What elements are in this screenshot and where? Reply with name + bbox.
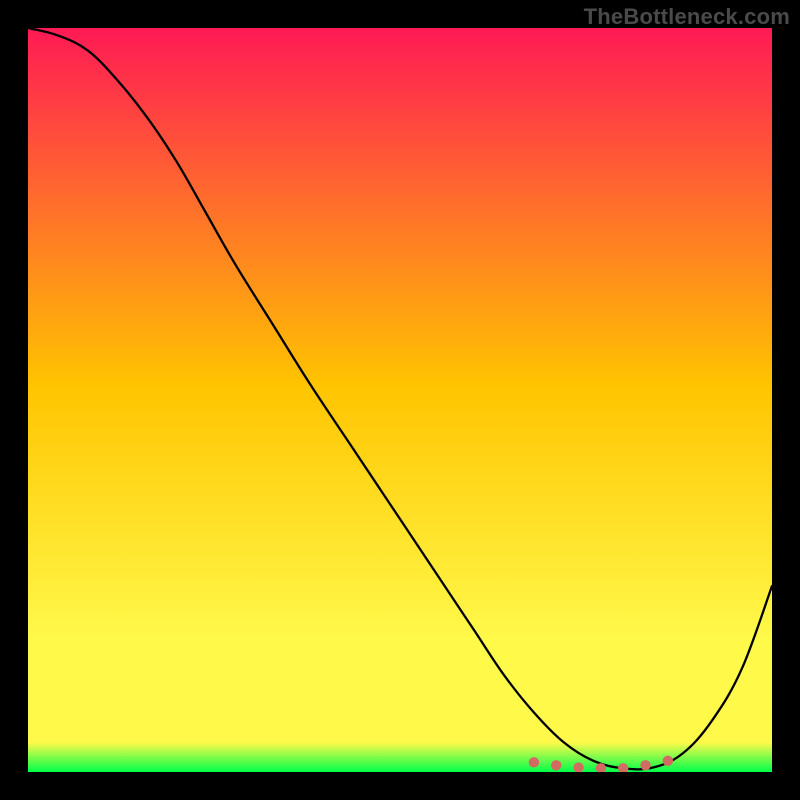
optimal-marker: [551, 760, 561, 770]
optimal-marker: [663, 756, 673, 766]
watermark-text: TheBottleneck.com: [584, 4, 790, 30]
optimal-marker: [529, 757, 539, 767]
plot-area: [28, 28, 772, 772]
chart-frame: TheBottleneck.com: [0, 0, 800, 800]
optimal-marker: [640, 760, 650, 770]
gradient-background: [28, 28, 772, 772]
chart-svg: [28, 28, 772, 772]
